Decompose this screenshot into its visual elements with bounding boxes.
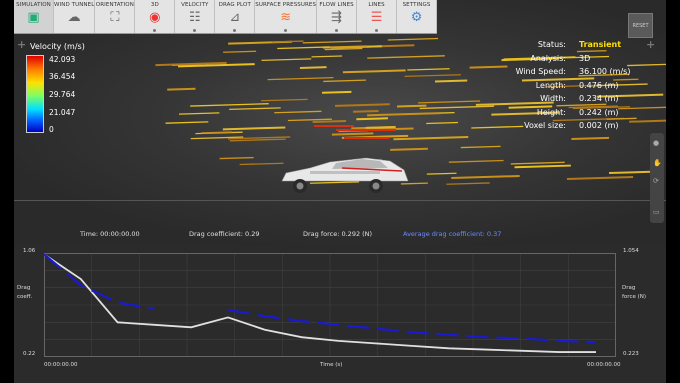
x-axis-end-label: 00:00:00.00: [587, 362, 621, 368]
toolbar-wind-tunnel-button[interactable]: WIND TUNNEL ☁: [53, 0, 96, 33]
info-key: Analysis:: [530, 53, 566, 63]
info-key: Length:: [535, 80, 566, 90]
info-value: 0.476 (m): [579, 80, 619, 90]
toolbar-orientation-button[interactable]: ORIENTATION ⛶: [95, 0, 136, 33]
toolbar-label: VELOCITY: [181, 2, 209, 8]
legend-value: 21.047: [49, 108, 76, 117]
y2-axis-title: Drag: [622, 285, 636, 291]
toolbar-drag-plot-button[interactable]: DRAG PLOT ⊿: [215, 0, 256, 33]
toolbar-flow-lines-button[interactable]: FLOW LINES ⇶: [317, 0, 358, 33]
average-drag-readout: Average drag coefficient: 0.37: [403, 230, 502, 238]
info-key: Wind Speed:: [515, 67, 566, 76]
info-key: Width:: [540, 94, 566, 103]
expand-plus-icon[interactable]: +: [17, 38, 26, 51]
toolbar-label: SIMULATION: [16, 2, 51, 8]
toolbar-velocity-button[interactable]: VELOCITY ☷: [175, 0, 216, 33]
time-readout: Time: 00:00:00.00: [80, 230, 140, 238]
info-value: Transient: [579, 40, 622, 49]
dropdown-indicator-icon: [375, 29, 379, 32]
y2-axis-top-label: 1.054: [623, 248, 639, 254]
legend-value: 42.093: [49, 55, 76, 64]
toolbar-label: SURFACE PRESSURES: [255, 2, 317, 8]
toolbar-label: 3D: [150, 2, 159, 8]
legend-value: 0: [49, 125, 54, 134]
toolbar-label: LINES: [368, 2, 385, 8]
flow-lines-icon: ⇶: [331, 10, 343, 25]
dropdown-indicator-icon: [233, 29, 237, 32]
toolbar-settings-button[interactable]: SETTINGS ⚙: [397, 0, 438, 33]
rotate-icon[interactable]: ⟳: [653, 177, 661, 185]
info-value: 0.234 (m): [579, 94, 619, 103]
ground-line: [14, 200, 666, 201]
dropdown-indicator-icon: [153, 29, 157, 32]
3d-icon: ◉: [149, 10, 161, 25]
y-axis-title: Drag: [17, 285, 31, 291]
car-model: [281, 157, 409, 193]
simulation-icon: ▣: [27, 10, 40, 25]
simulation-viewport[interactable]: [14, 0, 666, 245]
expand-plus-icon[interactable]: +: [646, 38, 655, 51]
x-axis-start-label: 00:00:00.00: [44, 362, 78, 368]
velocity-icon: ☷: [188, 10, 201, 25]
settings-icon: ⚙: [410, 10, 423, 25]
average-drag-line: [227, 308, 597, 344]
wind-tunnel-icon: ☁: [67, 10, 81, 25]
legend-title: Velocity (m/s): [30, 42, 85, 51]
y-axis-title: coeff.: [17, 294, 33, 300]
velocity-color-bar: [26, 55, 44, 133]
view-controls-panel: ● ✋ ⟳ ▭: [650, 133, 664, 223]
info-value: 0.242 (m): [579, 107, 619, 117]
y2-axis-bottom-label: 0.223: [623, 351, 639, 357]
info-value: 0.002 (m): [579, 121, 619, 130]
dropdown-indicator-icon: [284, 29, 288, 32]
toolbar-simulation-button[interactable]: SIMULATION ▣: [14, 0, 54, 33]
drag-chart: [44, 253, 616, 357]
legend-value: 29.764: [49, 90, 76, 99]
y-axis-bottom-label: 0.22: [23, 351, 36, 357]
y-axis-top-label: 1.06: [23, 248, 36, 254]
toolbar-3d-button[interactable]: 3D ◉: [135, 0, 176, 33]
legend-value: 36.454: [49, 72, 76, 81]
dropdown-indicator-icon: [193, 29, 197, 32]
drag-plot-panel: 1.06 0.22 Drag coeff. 1.054 0.223 Drag f…: [14, 245, 666, 383]
drag-force-readout: Drag force: 0.292 (N): [303, 230, 373, 238]
lines-icon: ☰: [370, 10, 383, 25]
toolbar-surface-pressures-button[interactable]: SURFACE PRESSURES ≋: [255, 0, 318, 33]
y2-axis-title: force (N): [622, 294, 647, 300]
drag-plot-icon: ⊿: [229, 10, 241, 25]
info-key: Height:: [536, 107, 566, 117]
toolbar-lines-button[interactable]: LINES ☰: [357, 0, 398, 33]
info-key: Status:: [537, 40, 566, 49]
toolbar-label: ORIENTATION: [95, 2, 134, 8]
drag-coefficient-readout: Drag coefficient: 0.29: [189, 230, 260, 238]
reset-view-button[interactable]: RESET: [628, 13, 653, 38]
record-icon[interactable]: ●: [653, 139, 661, 147]
surface-pressures-icon: ≋: [280, 10, 292, 25]
screen-icon[interactable]: ▭: [653, 208, 661, 216]
x-axis-title: Time (s): [320, 362, 343, 368]
toolbar-label: SETTINGS: [402, 2, 431, 8]
orientation-icon: ⛶: [110, 10, 120, 25]
hand-icon[interactable]: ✋: [653, 159, 662, 167]
info-key: Voxel size:: [524, 121, 566, 130]
toolbar-label: FLOW LINES: [319, 2, 354, 8]
info-value: 3D: [579, 53, 591, 63]
toolbar: SIMULATION ▣ WIND TUNNEL ☁ ORIENTATION ⛶ 3D ◉ VE…: [14, 0, 438, 34]
dropdown-indicator-icon: [335, 29, 339, 32]
toolbar-label: WIND TUNNEL: [53, 2, 95, 8]
info-value: 36.100 (m/s): [579, 67, 631, 76]
toolbar-label: DRAG PLOT: [218, 2, 251, 8]
